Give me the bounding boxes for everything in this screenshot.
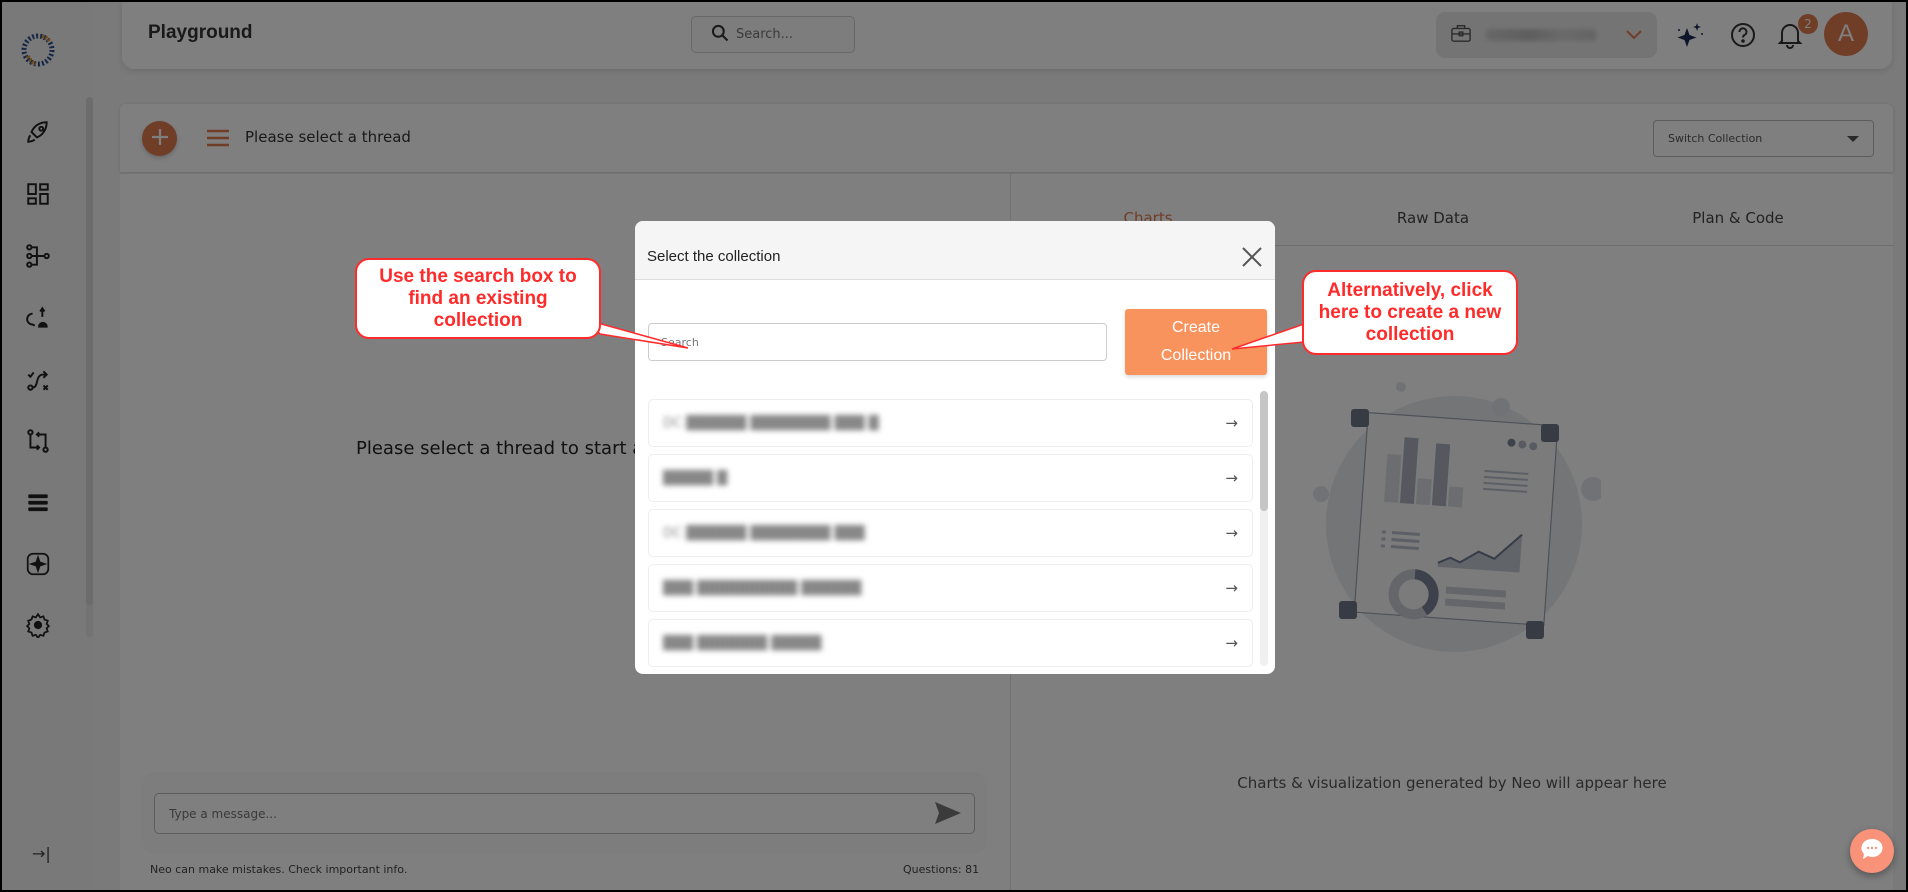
arrow-right-icon: → bbox=[1225, 634, 1238, 652]
search-hint-callout: Use the search box to find an existing c… bbox=[355, 258, 601, 339]
arrow-right-icon: → bbox=[1225, 414, 1238, 432]
arrow-right-icon: → bbox=[1225, 524, 1238, 542]
app-window: →| Playground 2 A bbox=[2, 2, 1906, 890]
collection-list-item[interactable]: DC ██████ ████████ ███ → bbox=[648, 509, 1253, 557]
collection-search-input[interactable] bbox=[648, 323, 1107, 361]
select-collection-modal: Select the collection Create Collection … bbox=[635, 221, 1275, 674]
collection-name: █████ █ bbox=[663, 470, 728, 486]
collection-list-scrollbar[interactable] bbox=[1260, 391, 1268, 511]
collection-name: DC ██████ ████████ ███ bbox=[663, 525, 865, 541]
chat-bubble-icon bbox=[1859, 836, 1885, 866]
collection-list: DC ██████ ████████ ███ █ → █████ █ → DC … bbox=[648, 399, 1255, 667]
collection-list-item[interactable]: DC ██████ ████████ ███ █ → bbox=[648, 399, 1253, 447]
collection-list-item[interactable]: ███ ███████ █████ → bbox=[648, 619, 1253, 667]
arrow-right-icon: → bbox=[1225, 579, 1238, 597]
collection-list-item[interactable]: █████ █ → bbox=[648, 454, 1253, 502]
create-collection-label-line2: Collection bbox=[1160, 347, 1232, 364]
collection-list-item[interactable]: ███ ██████████ ██████ → bbox=[648, 564, 1253, 612]
collection-name: ███ ███████ █████ bbox=[663, 635, 822, 651]
modal-title: Select the collection bbox=[647, 248, 781, 265]
close-icon[interactable] bbox=[1240, 245, 1264, 269]
create-collection-button[interactable]: Create Collection bbox=[1125, 309, 1267, 375]
create-collection-label-line1: Create bbox=[1171, 319, 1221, 336]
modal-header: Select the collection bbox=[635, 221, 1275, 280]
create-hint-callout: Alternatively, click here to create a ne… bbox=[1302, 270, 1518, 355]
collection-name: ███ ██████████ ██████ bbox=[663, 580, 862, 596]
arrow-right-icon: → bbox=[1225, 469, 1238, 487]
chat-support-button[interactable] bbox=[1850, 829, 1894, 873]
collection-name: DC ██████ ████████ ███ █ bbox=[663, 415, 879, 431]
